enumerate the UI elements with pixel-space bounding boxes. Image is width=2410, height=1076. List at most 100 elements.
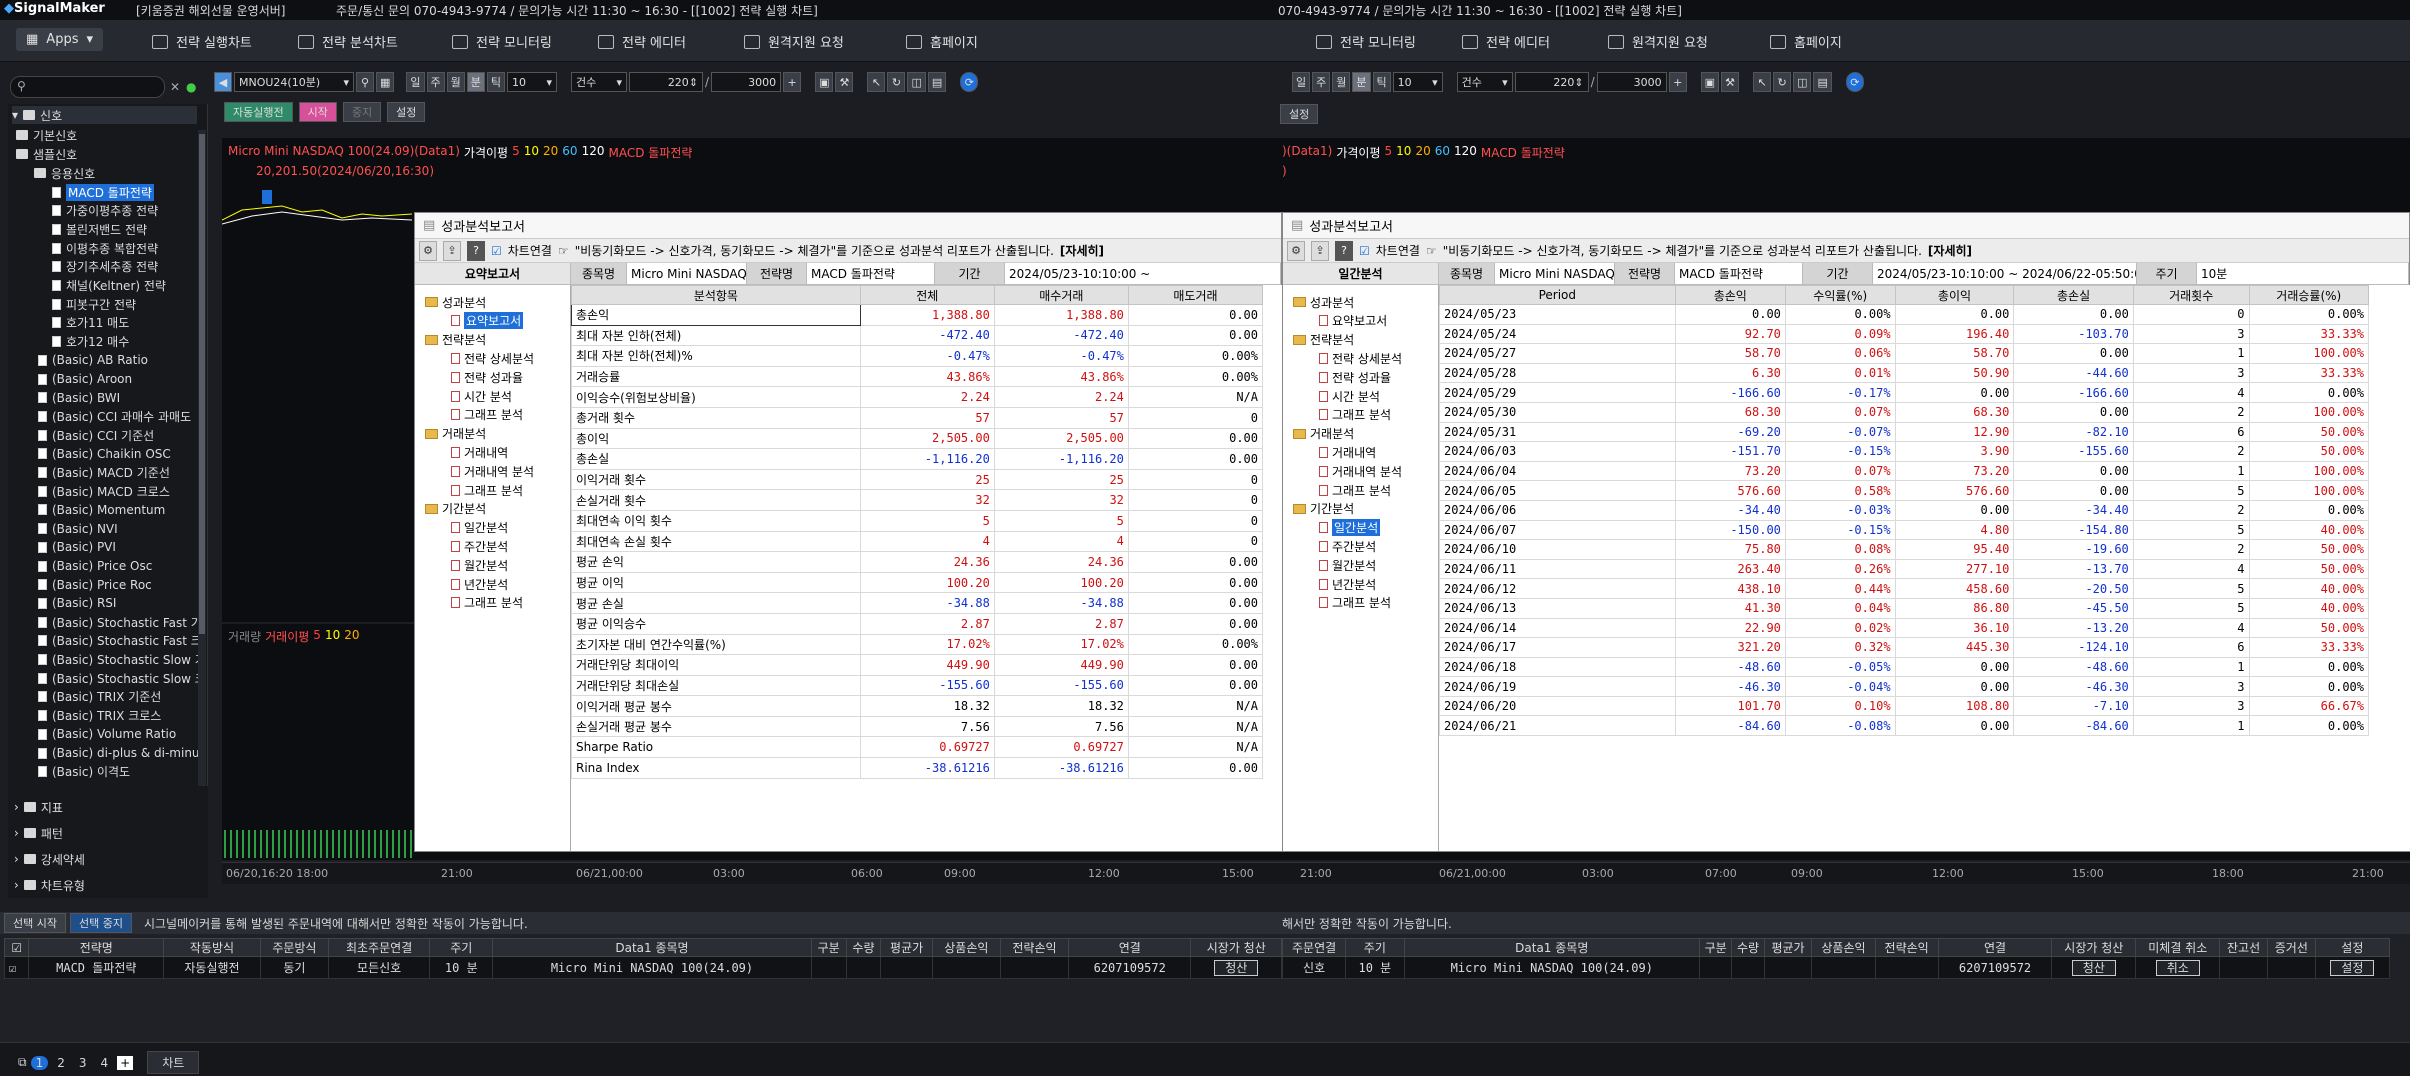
settings-button[interactable]: 설정 (387, 102, 426, 122)
page-4-tab[interactable]: 4 (96, 1056, 114, 1070)
tree-strategy-item[interactable]: (Basic) TRIX 기준선 (38, 688, 161, 706)
table-row[interactable]: 2024/06/07 -150.00 -0.15% 4.80 -154.80 5 40.00… (1439, 519, 2370, 541)
tree-strategy-item[interactable]: (Basic) MACD 크로스 (38, 482, 170, 500)
page-2-tab[interactable]: 2 (52, 1056, 70, 1070)
report-tree-item[interactable]: 전략분석 (425, 331, 486, 349)
report-tree-item[interactable]: 기간분석 (425, 500, 486, 518)
table-row[interactable]: 최대연속 손실 횟수 4 4 0 (571, 530, 1264, 553)
save-icon[interactable]: ▤ (1813, 72, 1832, 92)
export-icon[interactable]: ⇪ (1311, 240, 1329, 261)
table-row[interactable]: 2024/05/30 68.30 0.07% 68.30 0.00 2 100.00% (1439, 401, 2370, 423)
report-tree-item[interactable]: 요약보고서 (451, 312, 524, 330)
report-tree-item[interactable]: 년간분석 (451, 575, 508, 593)
table-row[interactable]: 이익거래 횟수 25 25 0 (571, 468, 1264, 491)
tree-strategy-item[interactable]: (Basic) Stochastic Slow 크 (38, 669, 206, 687)
table-row[interactable]: 2024/05/23 0.00 0.00% 0.00 0.00 0 0.00% (1439, 304, 2370, 325)
table-row[interactable]: 2024/06/12 438.10 0.44% 458.60 -20.50 5 40.00% (1439, 578, 2370, 599)
period-week-button[interactable]: 주 (426, 72, 445, 92)
report-tree-item[interactable]: 거래내역 (451, 443, 508, 461)
table-row[interactable]: 손실거래 평균 봉수 7.56 7.56 N/A (571, 715, 1264, 738)
table-row[interactable]: 2024/06/18 -48.60 -0.05% 0.00 -48.60 1 0.00% (1439, 656, 2370, 678)
add-button[interactable]: + (783, 72, 802, 92)
table-row[interactable]: 이익승수(위험보상비율) 2.24 2.24 N/A (571, 386, 1264, 408)
tree-chart-type[interactable]: › 차트유형 (14, 876, 85, 894)
sidebar-scrollbar[interactable] (198, 130, 206, 786)
page-3-tab[interactable]: 3 (74, 1056, 92, 1070)
column-header[interactable]: 전체 (859, 285, 995, 305)
table-row[interactable]: 최대연속 이익 횟수 5 5 0 (571, 509, 1264, 532)
report-tree-item[interactable]: 거래내역 (1319, 443, 1376, 461)
report-tree-item[interactable]: 기간분석 (1293, 500, 1354, 518)
report-tree-item[interactable]: 전략 상세분석 (1319, 349, 1402, 367)
menu-strategy-run-chart[interactable]: 전략 실행차트 (152, 32, 252, 51)
period-minute-button[interactable]: 분 (466, 72, 485, 92)
report-tree-item[interactable]: 주간분석 (451, 537, 508, 555)
order-action-button[interactable]: 청산 (2051, 956, 2137, 979)
report-tree-item[interactable]: 거래분석 (425, 425, 486, 443)
chart-link-checkbox[interactable]: ☑ (491, 244, 502, 258)
tree-strategy-item[interactable]: (Basic) PVI (38, 538, 116, 556)
menu-strategy-editor[interactable]: 전략 에디터 (598, 32, 686, 51)
column-header[interactable]: 거래횟수 (2132, 285, 2250, 305)
report-tree-item[interactable]: 그래프 분석 (1319, 406, 1391, 424)
report-tree-item[interactable]: 전략 성과율 (451, 368, 523, 386)
tree-strategy-item[interactable]: MACD 돌파전략 (52, 183, 154, 201)
collapse-panel-button[interactable]: ◀ (214, 72, 232, 92)
settings-icon[interactable]: ⚙ (1287, 240, 1305, 261)
tree-pattern[interactable]: › 패턴 (14, 824, 63, 842)
column-header[interactable]: 분석항목 (571, 285, 861, 305)
report-tree-item[interactable]: 월간분석 (451, 556, 508, 574)
column-header[interactable]: 거래승률(%) (2248, 285, 2370, 305)
column-header[interactable]: 총손실 (2013, 285, 2134, 305)
tree-strategy-item[interactable]: (Basic) 이격도 (38, 763, 130, 781)
column-header[interactable]: Period (1439, 285, 1676, 305)
column-header[interactable]: 매도거래 (1127, 285, 1264, 305)
period-day-button[interactable]: 일 (406, 72, 425, 92)
menu-remote-support[interactable]: 원격지원 요청 (744, 32, 844, 51)
page-1-tab[interactable]: 1 (30, 1055, 49, 1070)
search-symbol-button[interactable]: ⚲ (356, 72, 374, 92)
report-tree-item[interactable]: 시간 분석 (1319, 387, 1380, 405)
table-row[interactable]: 최대 자본 인하(전체) -472.40 -472.40 0.00 (571, 324, 1264, 347)
table-row[interactable]: 2024/05/29 -166.60 -0.17% 0.00 -166.60 4 0.00% (1439, 382, 2370, 403)
order-action-button[interactable]: 청산 (1190, 956, 1282, 979)
table-row[interactable]: 최대 자본 인하(전체)% -0.47% -0.47% 0.00% (571, 345, 1264, 367)
report-tree-item[interactable]: 그래프 분석 (451, 406, 523, 424)
row-checkbox[interactable]: ☑ (3, 956, 30, 979)
report-tree-item[interactable]: 거래내역 분석 (451, 462, 534, 480)
tree-indicator[interactable]: › 지표 (14, 798, 63, 816)
cursor-icon[interactable]: ↖ (867, 72, 886, 92)
period-day-button[interactable]: 일 (1292, 72, 1311, 92)
count-input-1[interactable]: 220 ⇕ (629, 72, 704, 92)
menu-homepage[interactable]: 홈페이지 (906, 32, 978, 51)
report-tree-item[interactable]: 그래프 분석 (1319, 481, 1391, 499)
table-row[interactable]: 총거래 횟수 57 57 0 (571, 406, 1264, 429)
save-icon[interactable]: ▤ (927, 72, 947, 92)
refresh-icon[interactable]: ↻ (1773, 72, 1792, 92)
table-row[interactable]: 총손실 -1,116.20 -1,116.20 0.00 (571, 448, 1264, 470)
table-row[interactable]: 평균 손실 -34.88 -34.88 0.00 (571, 592, 1264, 614)
period-month-button[interactable]: 월 (1332, 72, 1351, 92)
tools-icon[interactable]: ⚒ (1721, 72, 1740, 92)
confirm-icon[interactable]: ● (186, 80, 196, 94)
split-icon[interactable]: ◫ (907, 72, 926, 92)
table-row[interactable]: 총이익 2,505.00 2,505.00 0.00 (571, 427, 1264, 450)
tree-strategy-item[interactable]: (Basic) MACD 기준선 (38, 464, 170, 482)
reload-icon[interactable]: ⟳ (1845, 72, 1864, 92)
scroll-thumb[interactable] (199, 134, 205, 634)
clear-icon[interactable]: ✕ (170, 80, 180, 94)
table-row[interactable]: 2024/05/24 92.70 0.09% 196.40 -103.70 3 33.33% (1439, 323, 2370, 345)
tree-strategy-item[interactable]: (Basic) Stochastic Fast 기 (38, 613, 202, 631)
table-row[interactable]: 2024/06/10 75.80 0.08% 95.40 -19.60 2 50.00% (1439, 539, 2370, 560)
tree-signal[interactable]: ▾ 신호 (12, 106, 197, 124)
report-tree-item[interactable]: 요약보고서 (1319, 312, 1387, 330)
start-button[interactable]: 시작 (298, 102, 337, 122)
report-tree-item[interactable]: 시간 분석 (451, 387, 512, 405)
reload-icon[interactable]: ⟳ (960, 72, 979, 92)
report-tree-item[interactable]: 성과분석 (1293, 293, 1354, 311)
table-row[interactable]: 평균 손익 24.36 24.36 0.00 (571, 551, 1264, 573)
tree-strategy-item[interactable]: 피봇구간 전략 (52, 295, 136, 313)
table-row[interactable]: Sharpe Ratio 0.69727 0.69727 N/A (571, 736, 1264, 759)
tree-strategy-item[interactable]: (Basic) TRIX 크로스 (38, 707, 161, 725)
tree-strategy-item[interactable]: (Basic) CCI 과매수 과매도 (38, 407, 191, 425)
